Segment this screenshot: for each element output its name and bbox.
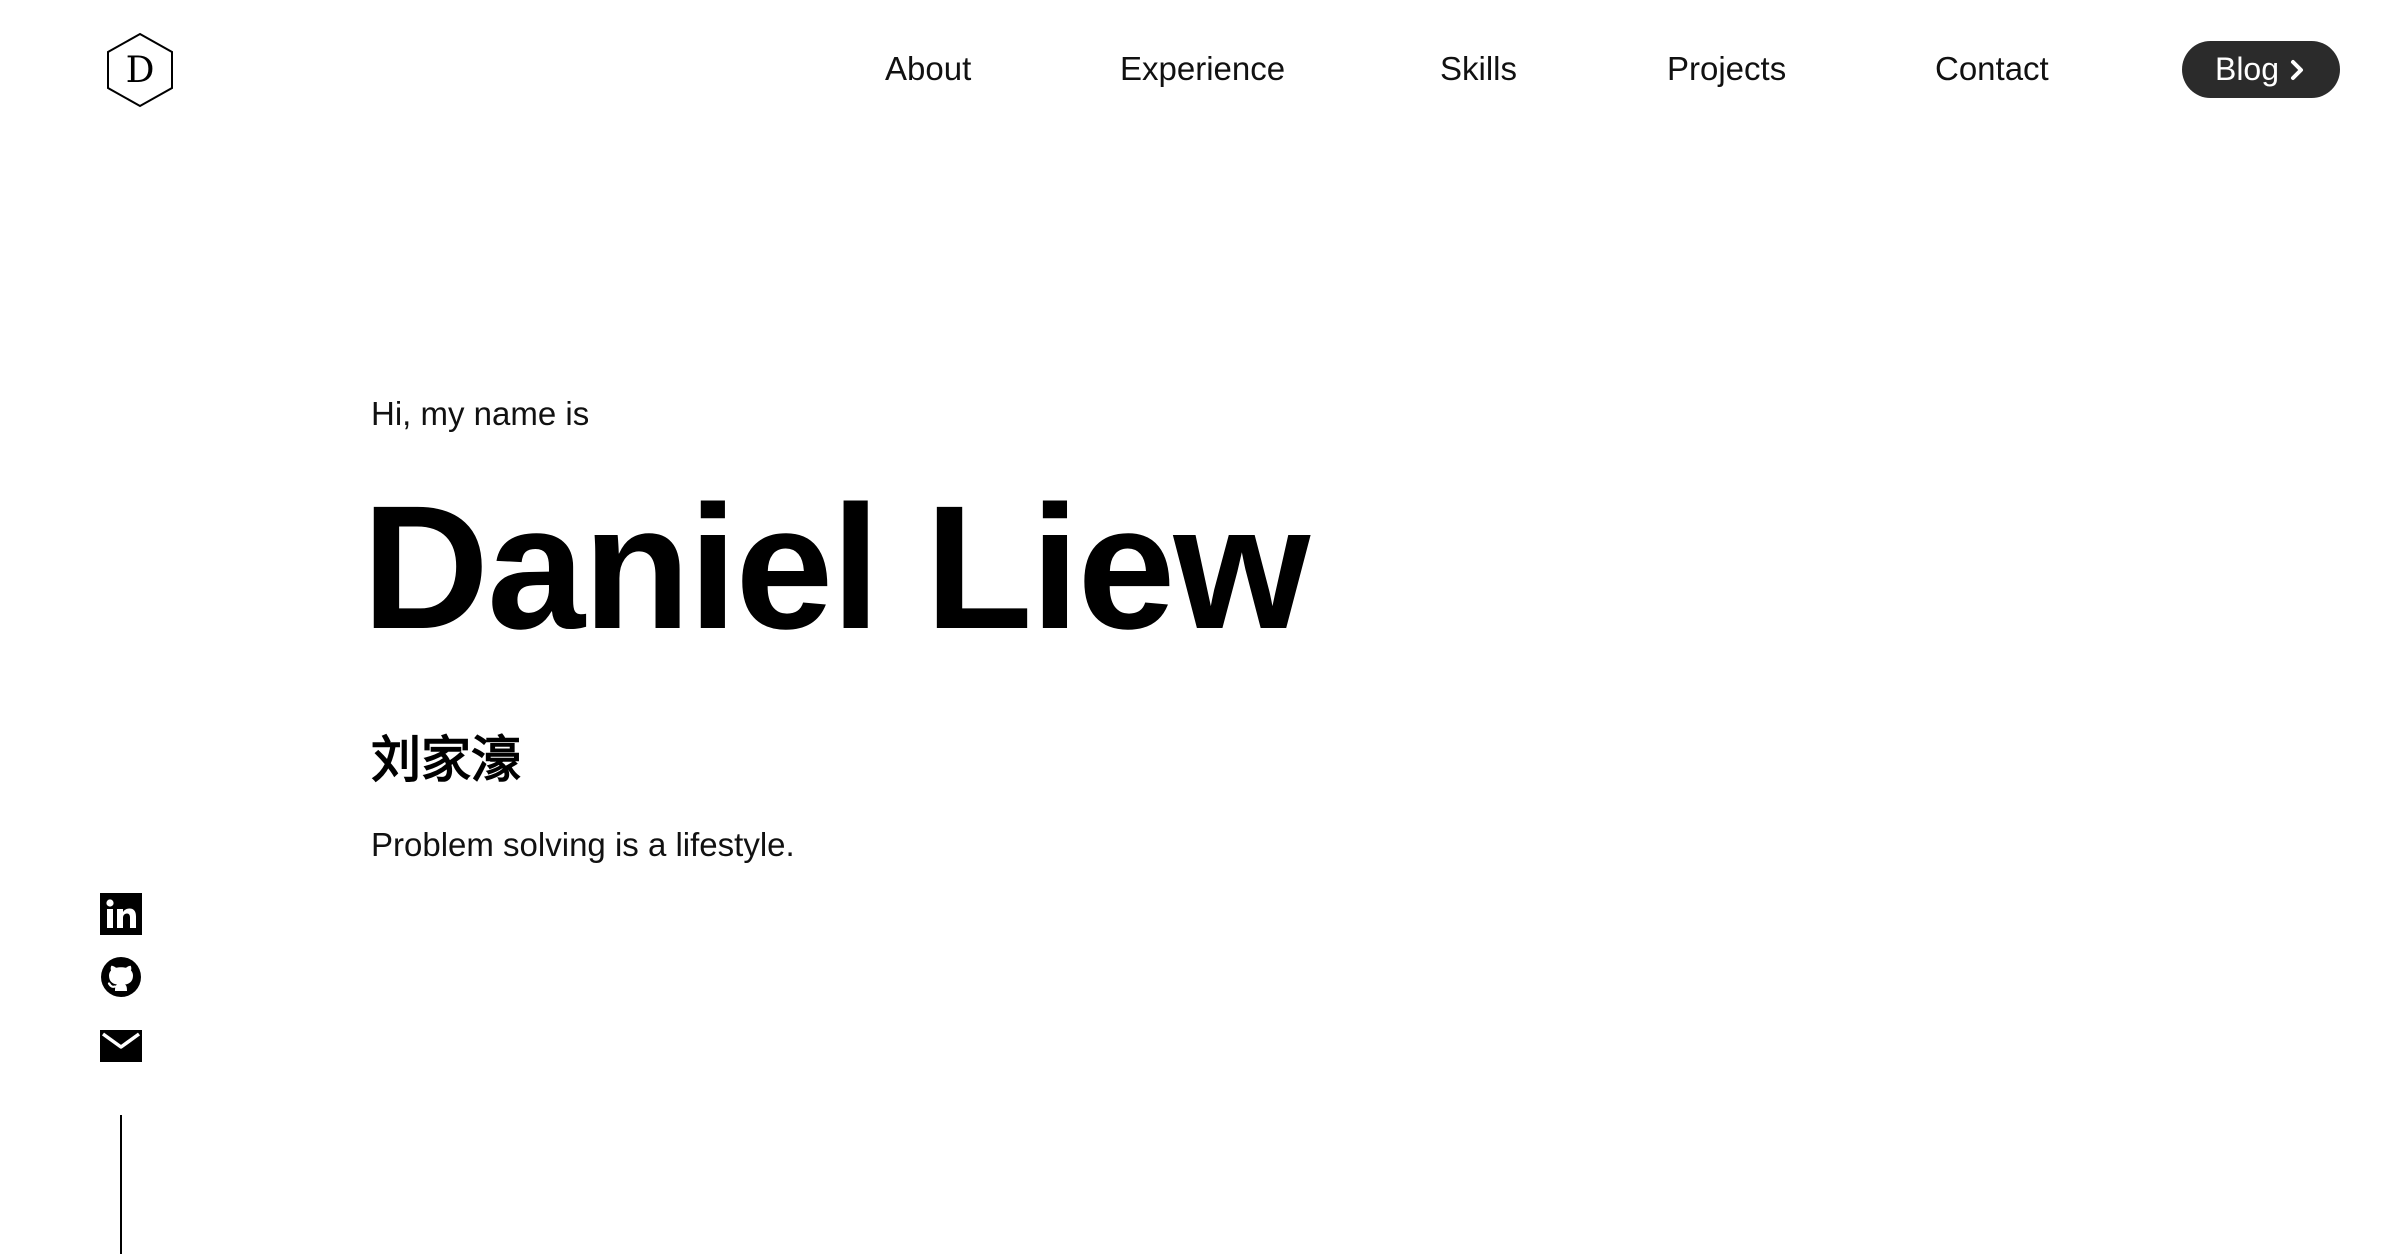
main-nav: About Experience Skills Projects Contact — [0, 40, 2400, 98]
github-icon — [101, 957, 141, 997]
nav-contact[interactable]: Contact — [1935, 40, 2049, 98]
linkedin-link[interactable] — [100, 893, 142, 935]
sidebar-divider-line — [120, 1115, 122, 1254]
chevron-right-icon — [2291, 59, 2304, 80]
hero-name: Daniel Liew — [362, 470, 1310, 666]
mail-icon — [100, 1030, 142, 1062]
intro-text: Hi, my name is — [371, 395, 590, 432]
chinese-name: 刘家濠 — [371, 732, 521, 788]
blog-button[interactable]: Blog — [2182, 41, 2340, 98]
tagline: Problem solving is a lifestyle. — [371, 826, 795, 863]
blog-button-label: Blog — [2214, 51, 2280, 87]
nav-projects[interactable]: Projects — [1667, 40, 1786, 98]
nav-experience[interactable]: Experience — [1120, 40, 1285, 98]
linkedin-icon — [100, 893, 142, 935]
email-link[interactable] — [100, 1028, 142, 1064]
github-link[interactable] — [100, 956, 142, 998]
page: D About Experience Skills Projects Conta… — [0, 0, 2400, 1254]
nav-skills[interactable]: Skills — [1440, 40, 1517, 98]
nav-about[interactable]: About — [885, 40, 971, 98]
